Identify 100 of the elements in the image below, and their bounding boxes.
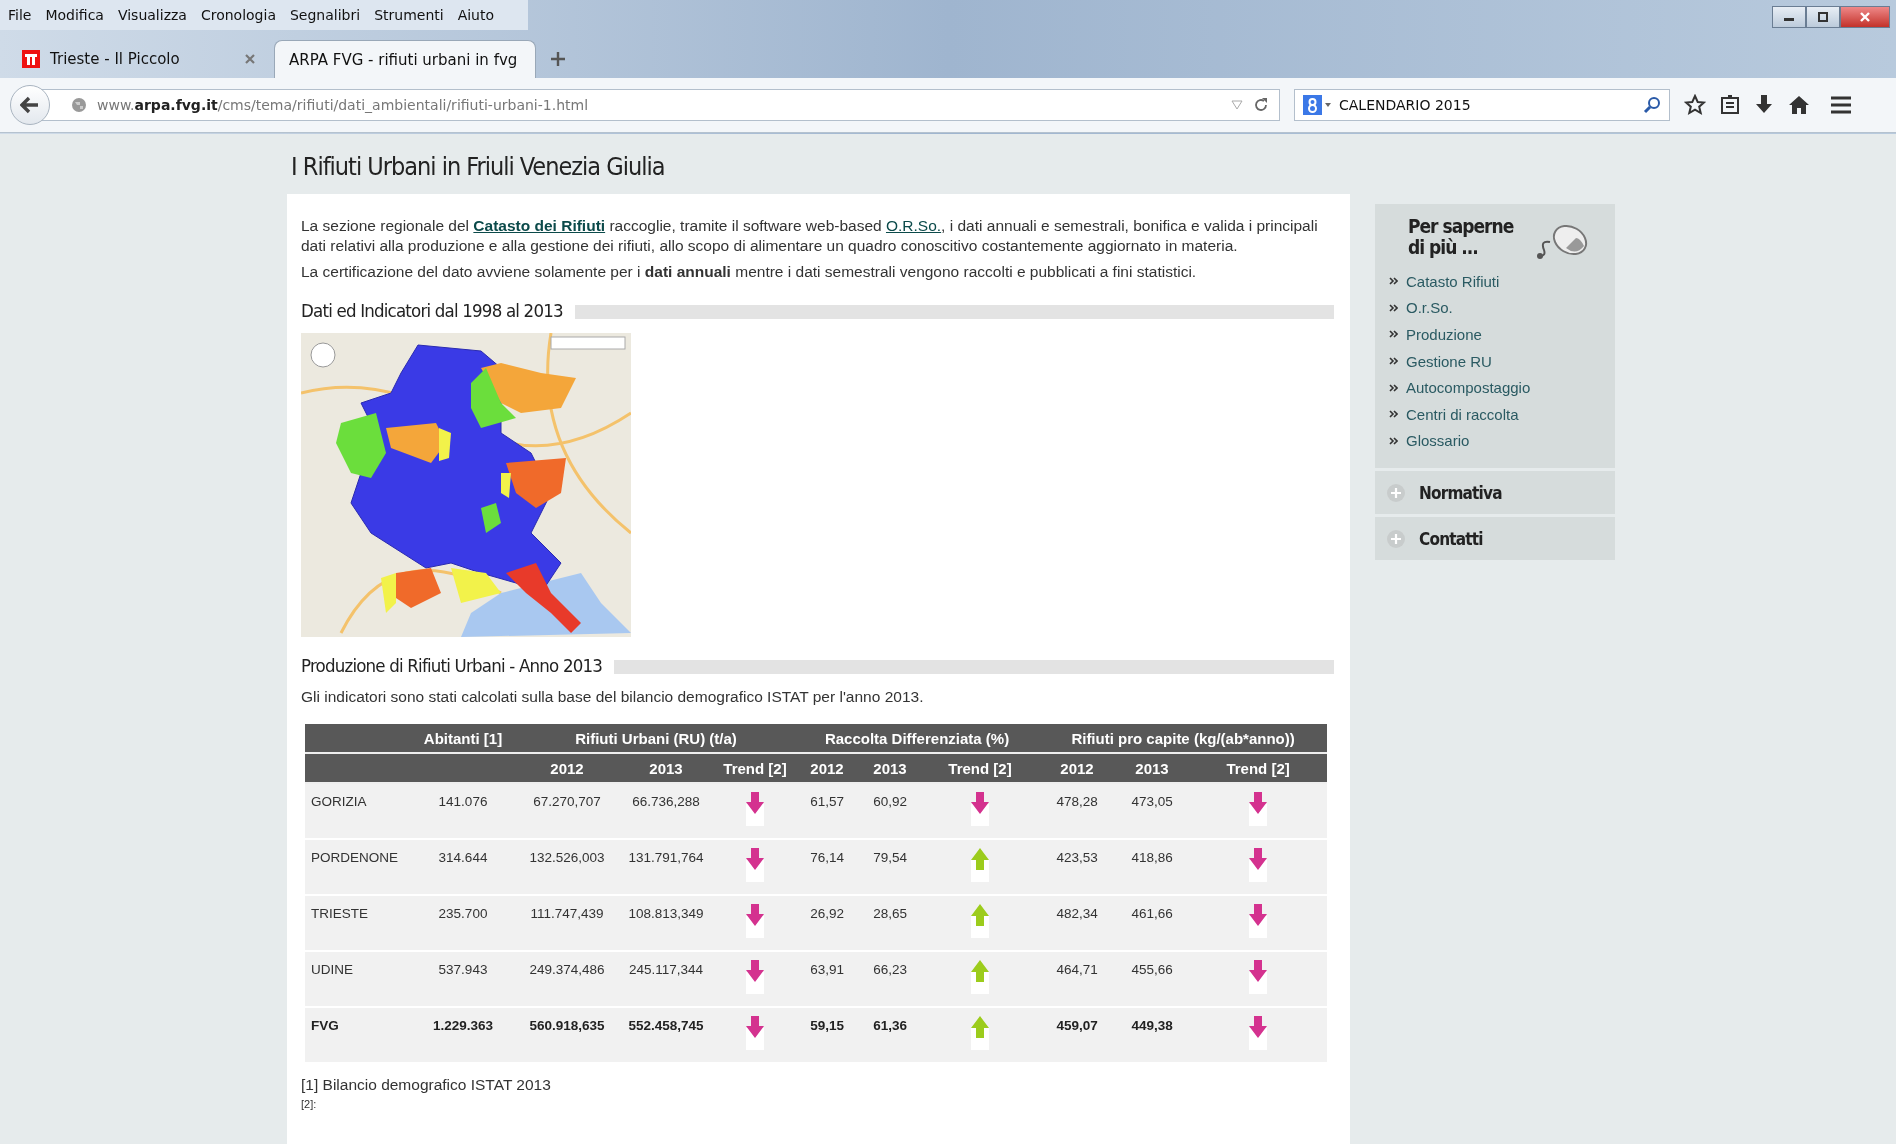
table-cell: PORDENONE: [305, 839, 409, 895]
column-header: 2013: [859, 753, 922, 783]
section-heading: Dati ed Indicatori dal 1998 al 2013: [301, 300, 563, 321]
menu-item[interactable]: Modifica: [45, 7, 104, 23]
double-chevron-icon: [1389, 410, 1398, 419]
table-cell: 67.270,707: [517, 783, 617, 839]
table-cell: 132.526,003: [517, 839, 617, 895]
globe-icon: [71, 97, 87, 113]
table-cell: 26,92: [795, 895, 860, 951]
footnote: [2]:: [301, 1098, 318, 1110]
table-cell: 76,14: [795, 839, 860, 895]
column-header: Rifiuti Urbani (RU) (t/a): [517, 724, 796, 753]
table-cell: 59,15: [795, 1007, 860, 1063]
table-cell: 28,65: [859, 895, 922, 951]
table-cell: 537.943: [409, 951, 517, 1007]
table-cell: 79,54: [859, 839, 922, 895]
footnote: [1] Bilancio demografico ISTAT 2013: [301, 1076, 552, 1094]
reload-icon[interactable]: [1253, 97, 1269, 113]
sidebar-link[interactable]: Produzione: [1406, 326, 1482, 343]
table-cell: 461,66: [1115, 895, 1190, 951]
table-cell: 61,57: [795, 783, 860, 839]
table-cell: 1.229.363: [409, 1007, 517, 1063]
home-icon[interactable]: [1788, 95, 1810, 115]
table-cell: 314.644: [409, 839, 517, 895]
search-engine-icon[interactable]: [1303, 95, 1333, 115]
close-button[interactable]: [1840, 6, 1890, 28]
table-cell: 482,34: [1039, 895, 1116, 951]
table-cell: 473,05: [1115, 783, 1190, 839]
column-header: 2012: [795, 753, 860, 783]
table-cell: 478,28: [1039, 783, 1116, 839]
map-drawing[interactable]: [301, 333, 631, 637]
menu-item[interactable]: Strumenti: [374, 7, 444, 23]
sidebar-section[interactable]: Contatti: [1375, 517, 1615, 561]
menu-item[interactable]: File: [8, 7, 32, 23]
table-cell: 249.374,486: [517, 951, 617, 1007]
bookmark-star-icon[interactable]: [1684, 94, 1706, 116]
table-cell: 66.736,288: [617, 783, 715, 839]
table-cell: 455,66: [1115, 951, 1190, 1007]
column-header: 2013: [1115, 753, 1190, 783]
table-cell: 552.458,745: [617, 1007, 715, 1063]
sidebar-link[interactable]: Centri di raccolta: [1406, 405, 1519, 423]
reading-list-icon[interactable]: [1720, 95, 1740, 115]
paragraph: La sezione regionale del Catasto dei Rifiuti raccoglie, tramite il software web-based O.R.So., i dati annuali e semestrali, bonifica e valida i principali dati relativi alla produzione e alla gestione dei rifiuti, allo scopo di alimentare un quadro conoscitivo costantemente aggiornato in materia.: [301, 216, 1319, 256]
menu-item[interactable]: Segnalibri: [289, 7, 361, 23]
table-cell: GORIZIA: [305, 783, 409, 839]
table-cell: 111.747,439: [517, 895, 617, 951]
sidebar-link[interactable]: O.r.So.: [1406, 299, 1453, 317]
sidebar-link[interactable]: Autocompostaggio: [1406, 379, 1531, 397]
double-chevron-icon: [1389, 357, 1398, 366]
table-cell: 63,91: [795, 951, 860, 1007]
search-field[interactable]: CALENDARIO 2015: [1294, 89, 1670, 121]
double-chevron-icon: [1389, 303, 1398, 312]
search-icon[interactable]: [1643, 96, 1661, 114]
menu-item[interactable]: Visualizza: [117, 7, 187, 23]
sidebar-link[interactable]: Gestione RU: [1406, 352, 1492, 370]
restore-icon: [1816, 11, 1830, 23]
table-cell: 60,92: [859, 783, 922, 839]
menu-item[interactable]: Aiuto: [457, 7, 495, 23]
menu-icon[interactable]: [1830, 96, 1852, 114]
sidebar-link[interactable]: Catasto Rifiuti: [1406, 272, 1500, 290]
address-bar[interactable]: www.arpa.fvg.it/cms/tema/rifiuti/dati_ambientali/rifiuti-urbani-1.html: [40, 89, 1280, 121]
table-cell: 235.700: [409, 895, 517, 951]
double-chevron-icon: [1389, 383, 1398, 392]
table-cell: 66,23: [859, 951, 922, 1007]
url-text: www.arpa.fvg.it/cms/tema/rifiuti/dati_ambientali/rifiuti-urbani-1.html: [97, 97, 590, 113]
column-header: Abitanti [1]: [409, 724, 517, 753]
browser-tab[interactable]: Trieste - Il Piccolo: [8, 40, 270, 78]
paragraph: La certificazione del dato avviene solamente per i dati annuali mentre i dati semestrali vengono raccolti e pubblicati a fini statistici.: [301, 262, 1198, 282]
double-chevron-icon: [1389, 277, 1398, 286]
table-cell: 108.813,349: [617, 895, 715, 951]
close-tab-icon[interactable]: [244, 53, 256, 65]
table-cell: 131.791,764: [617, 839, 715, 895]
browser-tab[interactable]: ARPA FVG - rifiuti urbani in fvg: [274, 40, 536, 78]
section-heading: Produzione di Rifiuti Urbani - Anno 2013: [301, 655, 603, 676]
minimize-button[interactable]: [1772, 6, 1806, 28]
paragraph: Gli indicatori sono stati calcolati sulla base del bilancio demografico ISTAT per l'anno 2013.: [301, 688, 925, 706]
table-cell: 423,53: [1039, 839, 1116, 895]
table-cell: 449,38: [1115, 1007, 1190, 1063]
table-cell: 418,86: [1115, 839, 1190, 895]
column-header: 2013: [617, 753, 715, 783]
column-header: Trend [2]: [1189, 753, 1328, 783]
double-chevron-icon: [1389, 330, 1398, 339]
column-header: Raccolta Differenziata (%): [795, 724, 1040, 753]
table-cell: FVG: [305, 1007, 409, 1063]
back-button[interactable]: [10, 85, 50, 125]
table-cell: TRIESTE: [305, 895, 409, 951]
table-cell: UDINE: [305, 951, 409, 1007]
table-cell: 459,07: [1039, 1007, 1116, 1063]
column-header: Rifiuti pro capite (kg/(ab*anno)): [1039, 724, 1328, 753]
table-cell: 61,36: [859, 1007, 922, 1063]
sidebar-heading: Per saperne di più ...: [1408, 216, 1515, 258]
link[interactable]: O.R.So.: [885, 217, 942, 234]
sidebar-section[interactable]: Normativa: [1375, 471, 1615, 515]
sidebar-link[interactable]: Glossario: [1406, 432, 1470, 450]
restore-button[interactable]: [1806, 6, 1840, 28]
plus-circle-icon: [1387, 483, 1405, 502]
new-tab-icon[interactable]: [550, 51, 566, 67]
plus-circle-icon: [1387, 529, 1405, 548]
link[interactable]: Catasto dei Rifiuti: [473, 217, 606, 234]
menu-item[interactable]: Cronologia: [200, 7, 276, 23]
